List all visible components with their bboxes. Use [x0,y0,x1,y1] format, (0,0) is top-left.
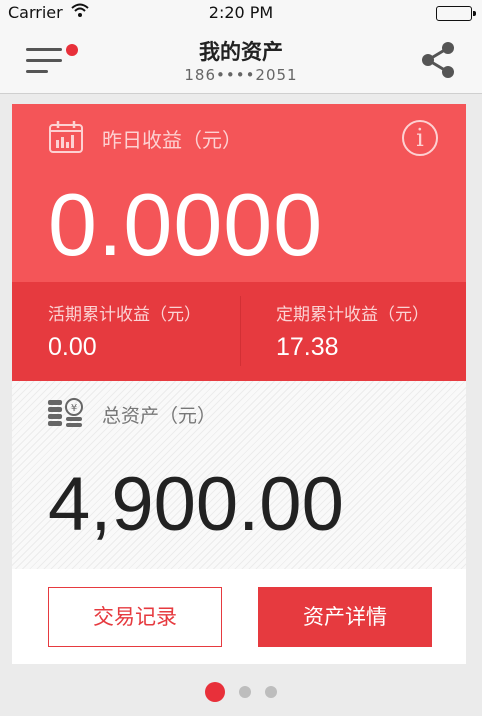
total-assets-value: 4,900.00 [48,462,344,547]
current-earnings-value: 0.00 [48,333,97,361]
svg-text:¥: ¥ [71,403,77,414]
cumulative-earnings-panel: 活期累计收益（元） 0.00 定期累计收益（元） 17.38 [12,282,466,381]
divider [240,296,241,366]
yesterday-earnings-label: 昨日收益（元） [102,128,242,152]
current-earnings: 活期累计收益（元） 0.00 [48,300,201,362]
coins-icon: ¥ [48,398,83,427]
assets-card: 昨日收益（元） i 0.0000 活期累计收益（元） 0.00 定期累计收益（元… [12,104,466,664]
status-time: 2:20 PM [208,3,274,22]
page-indicator [0,682,482,702]
fixed-earnings-value: 17.38 [276,333,339,361]
share-icon [422,42,454,78]
yesterday-earnings-value: 0.0000 [48,175,324,274]
battery-icon [436,6,476,21]
page-dot-1[interactable] [205,682,225,702]
page-dot-3[interactable] [265,686,277,698]
info-icon[interactable]: i [402,120,438,156]
page-title: 我的资产 [199,40,283,64]
masked-phone-number: 186••••2051 [184,66,298,84]
calendar-chart-icon [49,121,83,153]
page-dot-2[interactable] [239,686,251,698]
total-assets-panel: ¥ 总资产（元） 4,900.00 [12,381,466,569]
total-assets-label: 总资产（元） [102,405,217,427]
status-bar: Carrier 2:20 PM [0,0,482,26]
nav-bar: 我的资产 186••••2051 [0,26,482,94]
yesterday-earnings-panel: 昨日收益（元） i 0.0000 [12,104,466,282]
asset-details-button[interactable]: 资产详情 [258,587,432,647]
current-earnings-label: 活期累计收益（元） [48,305,201,325]
fixed-earnings-label: 定期累计收益（元） [276,305,429,325]
transactions-button[interactable]: 交易记录 [48,587,222,647]
fixed-earnings: 定期累计收益（元） 17.38 [276,300,429,362]
share-button[interactable] [418,40,458,80]
